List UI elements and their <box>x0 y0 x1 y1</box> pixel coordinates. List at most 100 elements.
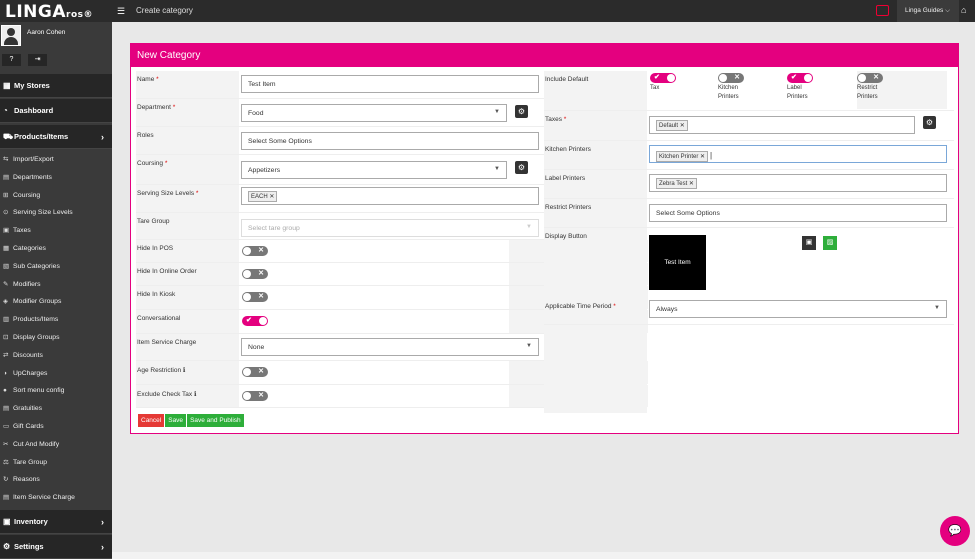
coursing-select[interactable]: Appetizers ▼ <box>241 161 507 179</box>
save-button[interactable]: Save <box>165 414 187 427</box>
home-icon[interactable]: ⌂ <box>961 5 966 15</box>
add-department-icon[interactable]: ⚙ <box>515 105 528 118</box>
age-restriction-row: Age Restriction ℹ ✕ <box>136 361 648 385</box>
age-restriction-toggle[interactable]: ✕ <box>242 367 268 377</box>
remove-icon[interactable]: ✕ <box>269 194 274 200</box>
kitchen-printers-select[interactable]: Kitchen Printer ✕ | <box>649 145 947 163</box>
sidebar-item-sub-categories[interactable]: ▧ Sub Categories <box>0 258 112 276</box>
sidebar-item-dashboard[interactable]: ◔ Dashboard <box>0 99 112 123</box>
restrict-printers-row: Restrict Printers Select Some Options <box>544 199 954 228</box>
help-icon[interactable]: ? <box>2 54 21 66</box>
sidebar-item-serving-size[interactable]: ⊙ Serving Size Levels <box>0 204 112 222</box>
menu-toggle-icon[interactable]: ☰ <box>117 6 125 17</box>
tare-group-select[interactable]: Select tare group ▼ <box>241 219 539 237</box>
chevron-right-icon: › <box>101 517 104 527</box>
label-printers-select[interactable]: Zebra Test ✕ <box>649 174 947 192</box>
conversational-toggle[interactable]: ✔ <box>242 316 268 326</box>
sidebar-item-upcharges[interactable]: ◑ UpCharges <box>0 365 112 383</box>
sidebar: Aaron Cohen ? ⇥ ▦ My Stores ◔ Dashboard ⛟ P… <box>0 22 112 559</box>
sidebar-item-service-charge[interactable]: ▤ Item Service Charge <box>0 489 112 507</box>
hide-pos-toggle[interactable]: ✕ <box>242 246 268 256</box>
inventory-icon: ▣ <box>3 517 11 526</box>
include-label-printers-toggle[interactable]: ✔ <box>787 73 813 83</box>
hide-kiosk-toggle[interactable]: ✕ <box>242 292 268 302</box>
sidebar-item-reasons[interactable]: ↻ Reasons <box>0 471 112 489</box>
roles-select[interactable]: Select Some Options <box>241 132 539 150</box>
display-button-preview[interactable]: Test Item <box>649 235 706 290</box>
caret-down-icon: ▼ <box>526 224 532 230</box>
serving-size-row: Serving Size Levels * EACH ✕ <box>136 185 546 213</box>
remove-icon[interactable]: ✕ <box>680 123 685 129</box>
label-printer-tag: Zebra Test ✕ <box>656 178 697 189</box>
info-icon[interactable]: ℹ <box>194 391 196 398</box>
include-tax-toggle[interactable]: ✔ <box>650 73 676 83</box>
gear-icon: ⚙ <box>3 542 11 551</box>
page-title: Create category <box>136 6 193 15</box>
chat-icon[interactable]: 💬 <box>940 516 970 546</box>
hide-online-label: Hide In Online Order <box>136 263 239 285</box>
user-name: Aaron Cohen <box>27 29 66 36</box>
sidebar-item-cut-modify[interactable]: ✂ Cut And Modify <box>0 436 112 454</box>
sidebar-item-modifiers[interactable]: ✎ Modifiers <box>0 276 112 294</box>
include-kitchen-printers-toggle[interactable]: ✕ <box>718 73 744 83</box>
sidebar-item-my-stores[interactable]: ▦ My Stores <box>0 74 112 98</box>
image-icon[interactable]: ▨ <box>823 236 837 250</box>
sidebar-item-products[interactable]: ⛟ Products/Items › <box>0 125 112 149</box>
hide-online-toggle[interactable]: ✕ <box>242 269 268 279</box>
products-icon: ▥ <box>3 316 10 324</box>
time-period-select[interactable]: Always ▼ <box>649 300 947 318</box>
caret-down-icon: ▼ <box>494 109 500 115</box>
save-publish-button[interactable]: Save and Publish <box>187 414 244 427</box>
include-default-label: Include Default <box>544 71 647 110</box>
label-printers-row: Label Printers Zebra Test ✕ <box>544 170 954 199</box>
sidebar-item-coursing[interactable]: ⊞ Coursing <box>0 187 112 205</box>
remove-icon[interactable]: ✕ <box>700 154 705 160</box>
sidebar-item-inventory[interactable]: ▣ Inventory › <box>0 510 112 534</box>
tax-tag: Default ✕ <box>656 120 688 131</box>
serving-size-select[interactable]: EACH ✕ <box>241 187 539 205</box>
restrict-printers-label: Restrict Printers <box>544 199 647 227</box>
sidebar-item-departments[interactable]: ▤ Departments <box>0 169 112 187</box>
taxes-select[interactable]: Default ✕ <box>649 116 915 134</box>
service-charge-label: Item Service Charge <box>136 334 239 360</box>
sidebar-item-gratuities[interactable]: ▤ Gratuities <box>0 400 112 418</box>
info-icon[interactable]: ℹ <box>183 367 185 374</box>
add-tax-icon[interactable]: ⚙ <box>923 116 936 129</box>
department-select[interactable]: Food ▼ <box>241 104 507 122</box>
sidebar-item-sort-menu[interactable]: ● Sort menu config <box>0 382 112 400</box>
name-input[interactable]: Test Item <box>241 75 539 93</box>
linga-logo[interactable]: LINGAros® <box>5 2 93 22</box>
tare-group-row: Tare Group Select tare group ▼ <box>136 213 546 240</box>
guides-dropdown[interactable]: Linga Guides ⌵ <box>897 0 959 22</box>
sidebar-item-settings[interactable]: ⚙ Settings › <box>0 535 112 559</box>
save-image-icon[interactable]: ▣ <box>802 236 816 250</box>
sidebar-item-discounts[interactable]: ⇄ Discounts <box>0 347 112 365</box>
include-restrict-printers-toggle[interactable]: ✕ <box>857 73 883 83</box>
department-label: Department <box>137 104 171 111</box>
form-actions: Cancel Save Save and Publish <box>138 414 245 427</box>
sidebar-item-taxes[interactable]: ▣ Taxes <box>0 222 112 240</box>
sidebar-item-tare-group[interactable]: ⚖ Tare Group <box>0 454 112 472</box>
caret-down-icon: ▼ <box>526 343 532 349</box>
exclude-tax-toggle[interactable]: ✕ <box>242 391 268 401</box>
alert-icon[interactable] <box>876 5 889 16</box>
coursing-row: Coursing * Appetizers ▼ ⚙ <box>136 155 546 185</box>
cancel-button[interactable]: Cancel <box>138 414 165 427</box>
hide-online-row: Hide In Online Order ✕ <box>136 263 648 286</box>
hide-kiosk-row: Hide In Kiosk ✕ <box>136 286 648 310</box>
sidebar-item-modifier-groups[interactable]: ◈ Modifier Groups <box>0 293 112 311</box>
sidebar-item-display-groups[interactable]: ⊡ Display Groups <box>0 329 112 347</box>
service-charge-select[interactable]: None ▼ <box>241 338 539 356</box>
coursing-label: Coursing <box>137 160 164 167</box>
sidebar-item-gift-cards[interactable]: ▭ Gift Cards <box>0 418 112 436</box>
top-bar: LINGAros® ☰ Create category Linga Guides… <box>0 0 975 22</box>
restrict-printers-select[interactable]: Select Some Options <box>649 204 947 222</box>
reasons-icon: ↻ <box>3 476 9 484</box>
building-icon: ▤ <box>3 173 10 181</box>
add-coursing-icon[interactable]: ⚙ <box>515 161 528 174</box>
sidebar-item-products-items[interactable]: ▥ Products/Items <box>0 311 112 329</box>
remove-icon[interactable]: ✕ <box>689 181 694 187</box>
sidebar-item-import-export[interactable]: ⇆ Import/Export <box>0 151 112 169</box>
logout-icon[interactable]: ⇥ <box>28 54 47 66</box>
sidebar-item-categories[interactable]: ▦ Categories <box>0 240 112 258</box>
